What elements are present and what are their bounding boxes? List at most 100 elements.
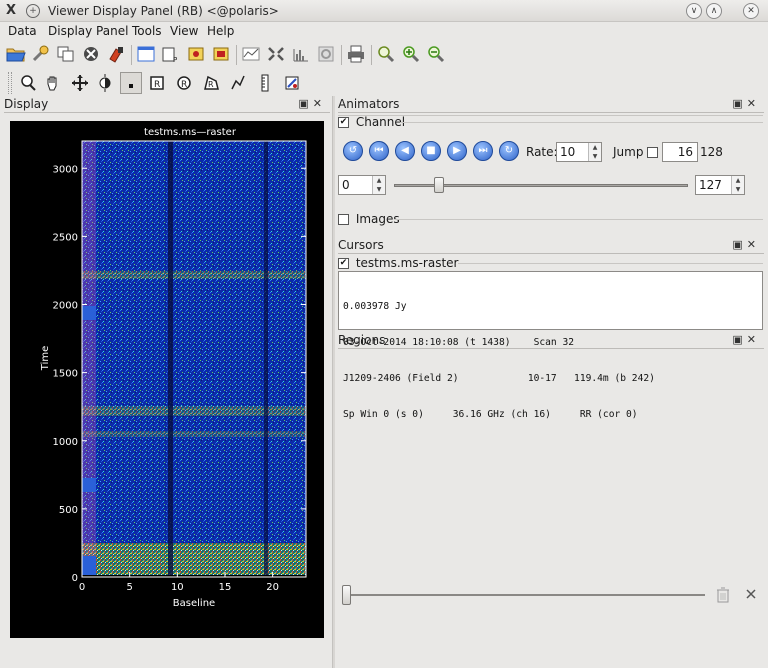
rate-spinbox[interactable]: 10 ▲ ▼ (556, 142, 602, 162)
plot-ylabel: Time (40, 346, 51, 371)
cursors-panel-header: Cursors ▣✕ (338, 238, 764, 254)
rewind-icon[interactable]: ↺ (343, 141, 363, 161)
float-panel-icon[interactable]: ▣ (298, 97, 312, 110)
menu-data[interactable]: Data (8, 24, 37, 38)
cursor-layer-checkbox[interactable]: ✔ (338, 258, 349, 269)
y-tick-label: 1500 (53, 369, 78, 380)
pan-hand-icon[interactable] (42, 72, 64, 94)
minimize-button[interactable]: ∨ (686, 3, 702, 19)
histogram-icon[interactable] (290, 43, 312, 65)
jump-total: 128 (700, 145, 723, 159)
menu-help[interactable]: Help (207, 24, 234, 38)
mouse-toolbar: R R R (0, 70, 768, 96)
zoom-tool-icon[interactable] (17, 72, 39, 94)
menu-tools[interactable]: Tools (132, 24, 162, 38)
rectangle-region-icon[interactable]: R (146, 72, 168, 94)
menu-display-panel[interactable]: Display Panel (48, 24, 128, 38)
profile-icon[interactable] (240, 43, 262, 65)
close-panel-icon[interactable]: ✕ (313, 97, 326, 110)
frame-end-spinbox[interactable]: 127 ▲ ▼ (695, 175, 745, 195)
y-tick-label: 1000 (53, 437, 78, 448)
close-regions-icon[interactable]: ✕ (747, 333, 760, 346)
svg-text:R: R (181, 80, 187, 90)
x-tick-label: 15 (219, 582, 232, 593)
frame-start-spinbox[interactable]: 0 ▲ ▼ (338, 175, 386, 195)
raster-plot[interactable]: testms.ms—raster Baseline Time 0 5 10 15 20 … (10, 121, 324, 638)
display-canvas[interactable]: testms.ms—raster Baseline Time 0 5 10 15 20 … (10, 121, 324, 638)
rate-label: Rate: (526, 145, 558, 159)
jump-field[interactable]: 16 (662, 142, 698, 162)
panel-window-icon[interactable] (135, 43, 157, 65)
channel-checkbox[interactable]: ✔ (338, 117, 349, 128)
close-animators-icon[interactable]: ✕ (747, 97, 760, 110)
regions-slider-handle[interactable] (342, 585, 351, 605)
save-image-icon[interactable] (185, 43, 207, 65)
point-tool-icon[interactable] (120, 72, 142, 94)
cursor-line-spectral: Sp Win 0 (s 0) 36.16 GHz (ch 16) RR (cor… (343, 409, 638, 420)
app-icon[interactable]: X (6, 3, 16, 18)
step-forward-icon[interactable]: ▶ (447, 141, 467, 161)
y-tick-label: 2500 (53, 232, 78, 243)
svg-text:R: R (208, 80, 214, 89)
panel-splitter[interactable] (332, 96, 335, 668)
zoom-in-icon[interactable] (400, 43, 422, 65)
images-checkbox[interactable] (338, 214, 349, 225)
jump-checkbox[interactable] (647, 147, 658, 158)
wrench-icon[interactable] (30, 43, 52, 65)
close-cursors-icon[interactable]: ✕ (747, 238, 760, 251)
polygon-region-icon[interactable]: R (200, 72, 222, 94)
float-animators-icon[interactable]: ▣ (732, 97, 746, 110)
cursor-line-value: 0.003978 Jy (343, 301, 407, 312)
close-regions-x-icon[interactable] (744, 587, 758, 604)
print-panel-icon[interactable]: P (160, 43, 182, 65)
animators-panel-header: Animators ▣✕ (338, 97, 764, 113)
channel-label: Channel (355, 115, 406, 129)
arrows-in-icon[interactable] (265, 43, 287, 65)
regions-slider-track[interactable] (342, 594, 705, 596)
printer-icon[interactable] (345, 43, 367, 65)
title-bar[interactable]: X + Viewer Display Panel (RB) <@polaris>… (0, 0, 768, 22)
maximize-button[interactable]: ∧ (706, 3, 722, 19)
pin-icon[interactable]: + (26, 4, 40, 18)
display-panel-header: Display ▣✕ (4, 97, 330, 113)
x-tick-label: 5 (126, 582, 132, 593)
cursor-line-field: J1209-2406 (Field 2) 10-17 119.4m (b 242… (343, 373, 655, 384)
last-frame-icon[interactable]: ⏭ (473, 141, 493, 161)
close-window-button[interactable]: ✕ (743, 3, 759, 19)
images-group: Images (338, 212, 400, 226)
save-data-icon[interactable] (210, 43, 232, 65)
frame-end-arrows[interactable]: ▲ ▼ (731, 176, 744, 194)
zoom-out-icon[interactable] (425, 43, 447, 65)
position-tool-icon[interactable] (281, 72, 303, 94)
polyline-icon[interactable] (227, 72, 249, 94)
main-toolbar: P (0, 42, 768, 68)
toolbar-grip[interactable] (8, 72, 12, 94)
y-tick-label: 2000 (53, 301, 78, 312)
move-arrows-icon[interactable] (69, 72, 91, 94)
cycle-icon[interactable]: ↻ (499, 141, 519, 161)
open-folder-icon[interactable] (5, 43, 27, 65)
menu-view[interactable]: View (170, 24, 198, 38)
trash-icon[interactable] (716, 587, 730, 606)
float-regions-icon[interactable]: ▣ (732, 333, 746, 346)
ellipse-region-icon[interactable]: R (173, 72, 195, 94)
fit-icon[interactable] (315, 43, 337, 65)
copy-panel-icon[interactable] (55, 43, 77, 65)
rate-spin-arrows[interactable]: ▲ ▼ (588, 143, 601, 161)
clear-brush-icon[interactable] (105, 43, 127, 65)
regions-title: Regions (338, 333, 386, 347)
x-tick-label: 0 (79, 582, 85, 593)
cursors-title: Cursors (338, 238, 384, 252)
unload-icon[interactable] (80, 43, 102, 65)
first-frame-icon[interactable]: ⏮ (369, 141, 389, 161)
ruler-icon[interactable] (254, 72, 276, 94)
float-cursors-icon[interactable]: ▣ (732, 238, 746, 251)
frame-start-arrows[interactable]: ▲ ▼ (372, 176, 385, 194)
step-back-icon[interactable]: ◀ (395, 141, 415, 161)
window-title: Viewer Display Panel (RB) <@polaris> (48, 4, 279, 18)
animators-title: Animators (338, 97, 400, 111)
zoom-fit-icon[interactable] (375, 43, 397, 65)
channel-slider-handle[interactable] (433, 177, 444, 193)
stop-icon[interactable]: ■ (421, 141, 441, 161)
contrast-tool-icon[interactable] (94, 72, 116, 94)
